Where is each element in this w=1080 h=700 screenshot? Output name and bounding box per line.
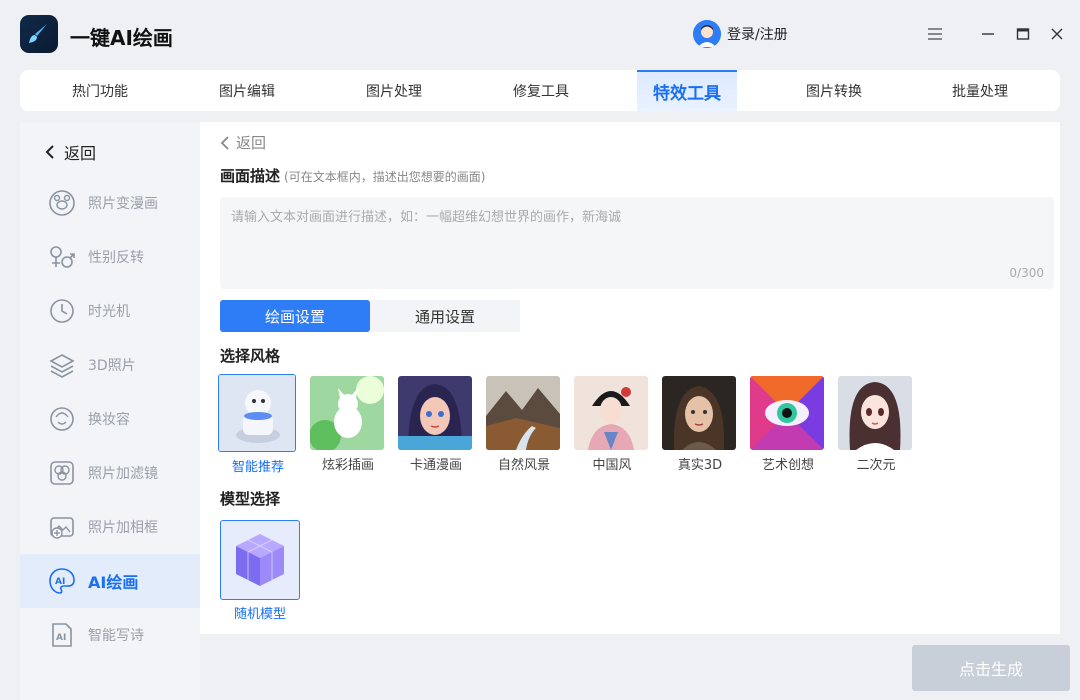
close-icon[interactable]: [1045, 22, 1069, 46]
description-input[interactable]: [220, 197, 1054, 289]
tab-batch-processing[interactable]: 批量处理: [930, 70, 1030, 111]
login-register-button[interactable]: 登录/注册: [693, 20, 788, 48]
tab-general-settings[interactable]: 通用设置: [370, 300, 520, 332]
minimize-icon[interactable]: [976, 22, 1000, 46]
generate-button[interactable]: 点击生成: [912, 645, 1070, 691]
settings-tabs: 绘画设置 通用设置: [220, 300, 520, 332]
sidebar-item-label: 3D照片: [88, 358, 136, 374]
style-label: 艺术创想: [761, 458, 814, 473]
style-card-cartoon-comic[interactable]: 卡通漫画: [398, 376, 474, 473]
tab-painting-settings[interactable]: 绘画设置: [220, 300, 370, 332]
menu-icon[interactable]: [923, 22, 947, 46]
style-thumbnail: [662, 376, 736, 450]
sidebar-item-label: 照片加相框: [88, 520, 158, 536]
tab-hot-features[interactable]: 热门功能: [50, 70, 150, 111]
tab-effects-tools[interactable]: 特效工具: [637, 70, 737, 111]
sidebar-item-label: 性别反转: [88, 250, 144, 266]
sidebar-item-label: 换妆容: [88, 412, 130, 428]
svg-text:AI: AI: [56, 633, 66, 643]
top-nav: 热门功能 图片编辑 图片处理 修复工具 特效工具 图片转换 批量处理: [20, 70, 1060, 111]
sidebar-item-label: 照片加滤镜: [88, 466, 158, 482]
style-card-art-creation[interactable]: 艺术创想: [750, 376, 826, 473]
gender-icon: [48, 243, 76, 271]
sidebar-item-label: AI绘画: [88, 573, 139, 592]
bear-face-icon: [48, 189, 76, 217]
sidebar-item-label: 时光机: [88, 304, 130, 320]
model-section-title: 模型选择: [220, 490, 281, 508]
sidebar-item-ai-poetry[interactable]: AI 智能写诗: [20, 608, 200, 662]
description-section-title: 画面描述 (可在文本框内，描述出您想要的画面): [220, 165, 485, 186]
style-card-colorful-illustration[interactable]: 炫彩插画: [310, 376, 386, 473]
style-thumbnail: [838, 376, 912, 450]
style-label: 智能推荐: [231, 460, 284, 475]
sidebar-back-button[interactable]: 返回: [44, 140, 96, 164]
style-label: 炫彩插画: [321, 458, 374, 473]
sidebar-item-3d-photo[interactable]: 3D照片: [20, 338, 200, 392]
tab-image-convert[interactable]: 图片转换: [784, 70, 884, 111]
sidebar-item-photo-to-cartoon[interactable]: 照片变漫画: [20, 176, 200, 230]
title-bar: 一键AI绘画 登录/注册: [0, 0, 1080, 68]
app-title: 一键AI绘画: [70, 26, 173, 50]
sidebar-item-time-machine[interactable]: 时光机: [20, 284, 200, 338]
sidebar: 返回 照片变漫画 性别反转 时光机 3D照片 换妆容 照片加滤镜 照片加相框 A…: [20, 122, 200, 700]
tab-repair-tools[interactable]: 修复工具: [491, 70, 591, 111]
login-label: 登录/注册: [727, 27, 788, 43]
tab-image-edit[interactable]: 图片编辑: [197, 70, 297, 111]
description-title: 画面描述: [220, 167, 281, 185]
style-label: 中国风: [592, 458, 632, 473]
style-thumbnail: [310, 376, 384, 450]
sidebar-item-photo-frame[interactable]: 照片加相框: [20, 500, 200, 554]
frame-icon: [48, 513, 76, 541]
model-card-random[interactable]: 随机模型: [220, 520, 300, 622]
style-card-anime[interactable]: 二次元: [838, 376, 914, 473]
chevron-left-icon: [220, 135, 229, 150]
style-card-smart-recommend[interactable]: 智能推荐: [218, 374, 296, 475]
style-section-title: 选择风格: [220, 347, 281, 365]
style-thumbnail: [486, 376, 560, 450]
main-back-button[interactable]: 返回: [220, 132, 266, 153]
app-logo-icon: [20, 15, 58, 53]
style-thumbnail: [398, 376, 472, 450]
sidebar-item-makeup[interactable]: 换妆容: [20, 392, 200, 446]
ai-doc-icon: AI: [48, 621, 76, 649]
sidebar-item-photo-filter[interactable]: 照片加滤镜: [20, 446, 200, 500]
sidebar-back-label: 返回: [64, 144, 97, 163]
description-hint: (可在文本框内，描述出您想要的画面): [284, 170, 486, 184]
style-thumbnail: [574, 376, 648, 450]
layers-icon: [48, 351, 76, 379]
char-counter: 0/300: [1009, 266, 1044, 280]
style-label: 二次元: [856, 458, 896, 473]
svg-text:AI: AI: [55, 577, 65, 587]
maximize-icon[interactable]: [1011, 22, 1035, 46]
filter-icon: [48, 459, 76, 487]
ai-paint-icon: AI: [48, 567, 76, 595]
main-panel: 返回 画面描述(可在文本框内，描述出您想要的画面) 0/300 绘画设置 通用设…: [200, 122, 1060, 634]
style-thumbnail: [750, 376, 824, 450]
tab-image-processing[interactable]: 图片处理: [344, 70, 444, 111]
style-card-natural-scenery[interactable]: 自然风景: [486, 376, 562, 473]
style-thumbnail: [218, 374, 296, 452]
face-makeup-icon: [48, 405, 76, 433]
model-label: 随机模型: [233, 607, 286, 622]
main-back-label: 返回: [236, 134, 267, 152]
sidebar-item-gender-swap[interactable]: 性别反转: [20, 230, 200, 284]
user-avatar-icon: [693, 20, 721, 48]
style-label: 自然风景: [497, 458, 550, 473]
clock-icon: [48, 297, 76, 325]
cube-model-icon: [220, 520, 300, 600]
style-card-chinese-style[interactable]: 中国风: [574, 376, 650, 473]
sidebar-item-ai-painting[interactable]: AI AI绘画: [20, 554, 200, 608]
chevron-left-icon: [45, 145, 54, 159]
style-label: 卡通漫画: [409, 458, 462, 473]
style-label: 真实3D: [677, 458, 723, 473]
style-card-realistic-3d[interactable]: 真实3D: [662, 376, 738, 473]
sidebar-item-label: 智能写诗: [88, 628, 144, 644]
sidebar-item-label: 照片变漫画: [88, 196, 158, 212]
